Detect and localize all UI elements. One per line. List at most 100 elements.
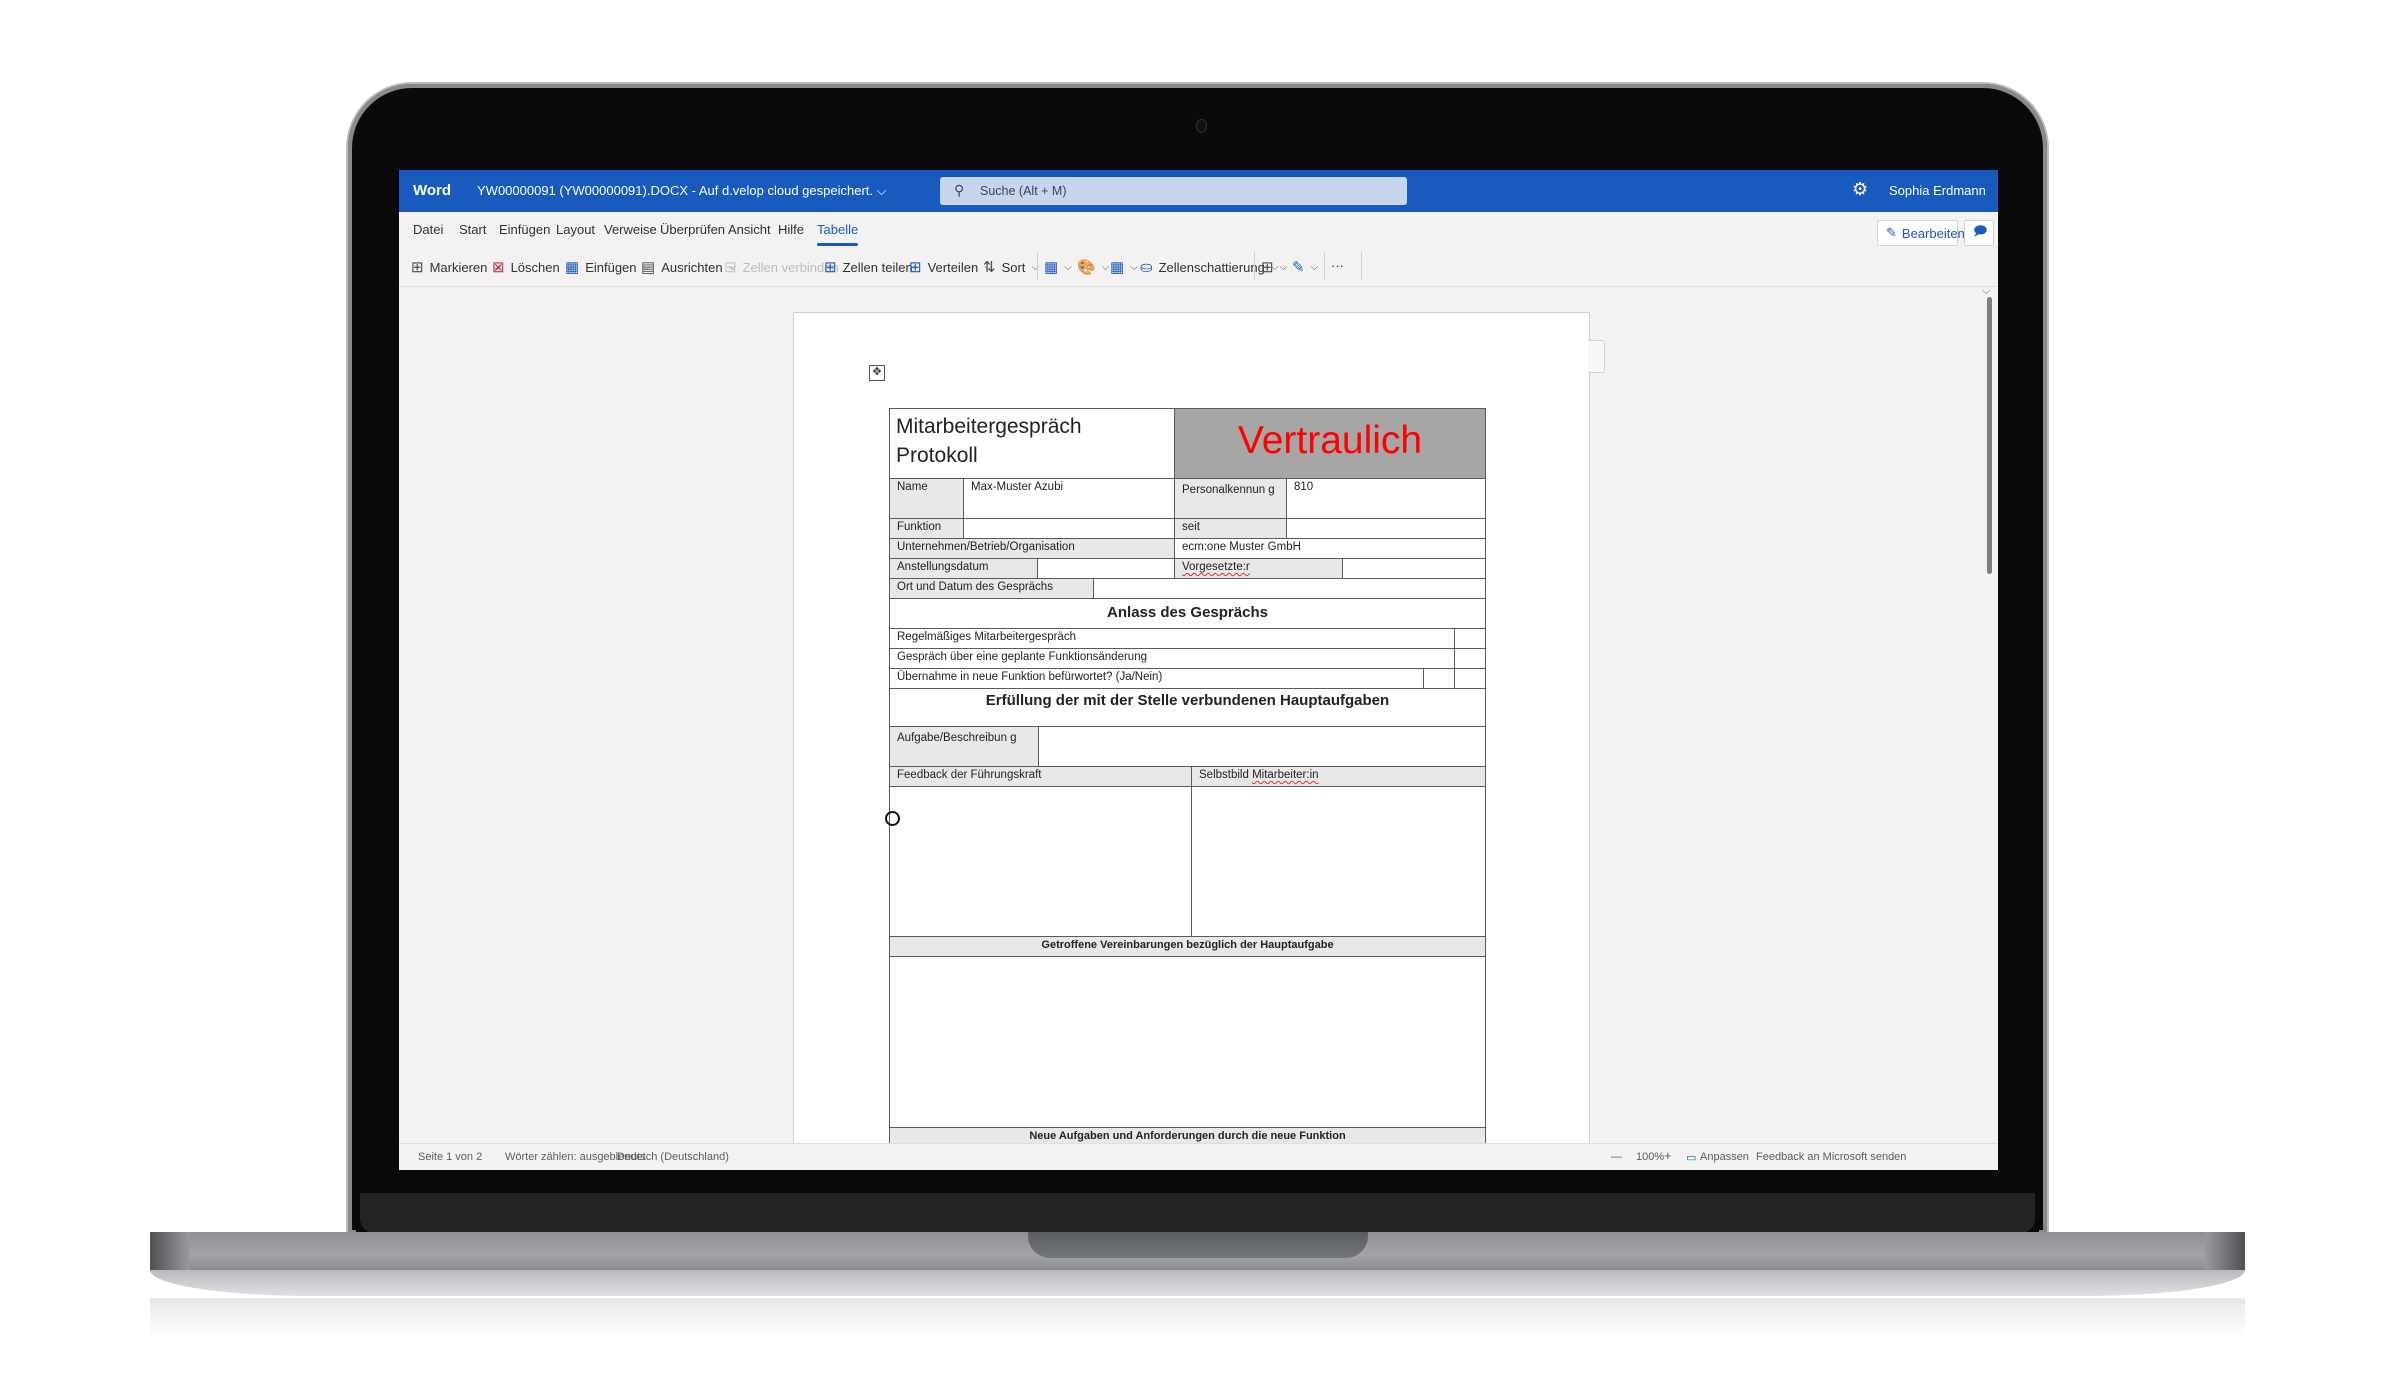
zoom-in-button[interactable]: + [1664,1148,1672,1163]
confidential-cell[interactable]: Vertraulich [1174,408,1486,479]
vereinbarungen-label-cell: Getroffene Vereinbarungen bezüglich der … [889,936,1486,957]
edit-mode-button[interactable]: ✎ Bearbeiten ⌵ [1877,220,1977,246]
menu-bar: Datei Start Einfügen Layout Verweise Übe… [399,212,1998,246]
tab-hilfe[interactable]: Hilfe [778,222,804,237]
borders-icon: ⊞ [1261,259,1274,276]
ort-datum-value-cell[interactable] [1093,578,1486,599]
unternehmen-label-cell: Unternehmen/Betrieb/Organisation [889,538,1176,559]
seit-label-cell: seit [1174,518,1287,539]
anlass-checkbox-regelmaessig[interactable] [1454,628,1486,649]
ribbon-separator [1361,252,1362,280]
document-title-line2: Protokoll [896,444,978,467]
unternehmen-value-cell[interactable]: ecm:one Muster GmbH [1174,538,1486,559]
pencil-icon: ✎ [1886,225,1897,240]
ribbon-separator [1254,252,1255,280]
search-icon: ⚲ [954,182,965,198]
anstellungsdatum-value-cell[interactable] [1037,558,1176,579]
laptop-base-edge-left [150,1232,190,1270]
distribute-button[interactable]: ⊞ Verteilen ⌵ [909,258,992,276]
name-value-cell[interactable]: Max-Muster Azubi [963,478,1176,519]
document-canvas: ⌵ ✥ Mitarbeitergespräch Protokoll Vertra… [399,287,1998,1143]
app-name[interactable]: Word [413,182,451,199]
vorgesetzte-label-cell: Vorgesetzte:r [1174,558,1343,579]
select-button[interactable]: ⊞ Markieren ⌵ [411,258,501,276]
table-title-cell[interactable]: Mitarbeitergespräch Protokoll [889,408,1176,479]
tab-ansicht[interactable]: Ansicht [728,222,771,237]
tab-tabelle[interactable]: Tabelle [817,222,859,246]
anlass-nein-cell[interactable] [1454,668,1486,689]
laptop-reflection [150,1298,2245,1338]
split-cells-label: Zellen teilen [842,259,913,275]
aufgabe-value-cell[interactable] [1038,726,1486,767]
personalkennung-label-cell: Personalkennun g [1174,478,1287,519]
feedback-value-cell[interactable] [889,786,1192,937]
tab-start[interactable]: Start [459,222,486,237]
search-placeholder: Suche (Alt + M) [980,184,1067,198]
name-label-cell: Name [889,478,964,519]
comment-icon: 🗩 [1973,223,1988,238]
tab-einfuegen[interactable]: Einfügen [499,222,550,237]
split-cells-button[interactable]: ⊞ Zellen teilen [824,258,913,276]
laptop-chin [360,1193,2035,1233]
anstellungsdatum-label-cell: Anstellungsdatum [889,558,1038,579]
user-name[interactable]: Sophia Erdmann [1889,183,1986,198]
anlass-item-funktionsaenderung: Gespräch über eine geplante Funktionsänd… [889,648,1455,669]
table-select-icon: ⊞ [411,259,424,276]
cell-shading-button[interactable]: ⛀ Zellenschattierung ⌵ [1140,258,1278,276]
vertical-scrollbar[interactable] [1987,297,1992,574]
chevron-down-icon: ⌵ [1101,261,1110,273]
section-erfuellung-heading: Erfüllung der mit der Stelle verbundenen… [889,688,1486,727]
cell-shading-label: Zellenschattierung [1158,259,1265,275]
personalkennung-value-cell[interactable]: 810 [1286,478,1486,519]
anlass-ja-cell[interactable] [1423,668,1455,689]
table-styles-icon: ▦ [1044,259,1059,276]
settings-gear-icon[interactable]: ⚙ [1852,179,1868,200]
borders-button[interactable]: ⊞ ⌵ [1261,258,1287,276]
more-options-button[interactable]: ··· [1331,258,1344,273]
tab-layout[interactable]: Layout [556,222,595,237]
search-box[interactable]: ⚲ Suche (Alt + M) [940,177,1407,205]
page-count: Seite 1 von 2 [418,1151,483,1163]
more-icon: ··· [1331,258,1344,273]
split-cells-icon: ⊞ [824,259,837,276]
tab-ueberpruefen[interactable]: Überprüfen [660,222,725,237]
delete-button[interactable]: ⊠ Löschen ⌵ [492,258,573,276]
distribute-icon: ⊞ [909,259,922,276]
language-indicator[interactable]: Deutsch (Deutschland) [617,1151,729,1163]
vorgesetzte-value-cell[interactable] [1342,558,1486,579]
zoom-out-button[interactable]: — [1611,1151,1622,1163]
anlass-checkbox-funktionsaenderung[interactable] [1454,648,1486,669]
zoom-level[interactable]: 100% [1636,1151,1664,1163]
selbstbild-label-prefix: Selbstbild [1199,769,1253,781]
border-styles-button[interactable]: ✎ ⌵ [1292,258,1318,276]
anlass-item-regelmaessig: Regelmäßiges Mitarbeitergespräch [889,628,1455,649]
selbstbild-label-cell: Selbstbild Mitarbeiter:in [1191,766,1486,787]
tab-datei[interactable]: Datei [413,222,443,237]
ribbon-separator [1037,252,1038,280]
funktion-label-cell: Funktion [889,518,964,539]
feedback-link[interactable]: Feedback an Microsoft senden [1756,1151,1906,1163]
edit-mode-label: Bearbeiten [1901,225,1965,241]
table-styles-button[interactable]: ▦ ⌵ [1044,258,1072,276]
chevron-down-icon: ⌵ [1130,261,1138,273]
fit-button[interactable]: Anpassen [1700,1151,1749,1163]
table-properties-button[interactable]: ▦ ⌵ [1110,258,1138,276]
ribbon-separator [1324,252,1325,280]
sort-label: Sort [1001,259,1026,275]
sort-button[interactable]: ⇅ Sort ⌵ [983,258,1039,276]
table-move-handle-icon[interactable]: ✥ [869,365,885,381]
selbstbild-value-cell[interactable] [1191,786,1486,937]
comments-button[interactable]: 🗩 Kommentare [1964,220,1994,246]
table-colors-button[interactable]: 🎨 ⌵ [1077,258,1109,276]
insert-button[interactable]: ▦ Einfügen ⌵ [565,258,650,276]
align-button[interactable]: ▤ Ausrichten ⌵ [641,258,736,276]
merge-cells-button[interactable]: ⊟ Zellen verbinden [724,258,839,276]
document-title[interactable]: YW00000091 (YW00000091).DOCX - Auf d.vel… [477,183,886,199]
tab-verweise[interactable]: Verweise [604,222,657,237]
insert-label: Einfügen [585,259,637,275]
title-bar: Word YW00000091 (YW00000091).DOCX - Auf … [399,170,1998,212]
seit-value-cell[interactable] [1286,518,1486,539]
funktion-value-cell[interactable] [963,518,1176,539]
vereinbarungen-value-cell[interactable] [889,956,1486,1128]
merge-cells-icon: ⊟ [724,259,737,276]
